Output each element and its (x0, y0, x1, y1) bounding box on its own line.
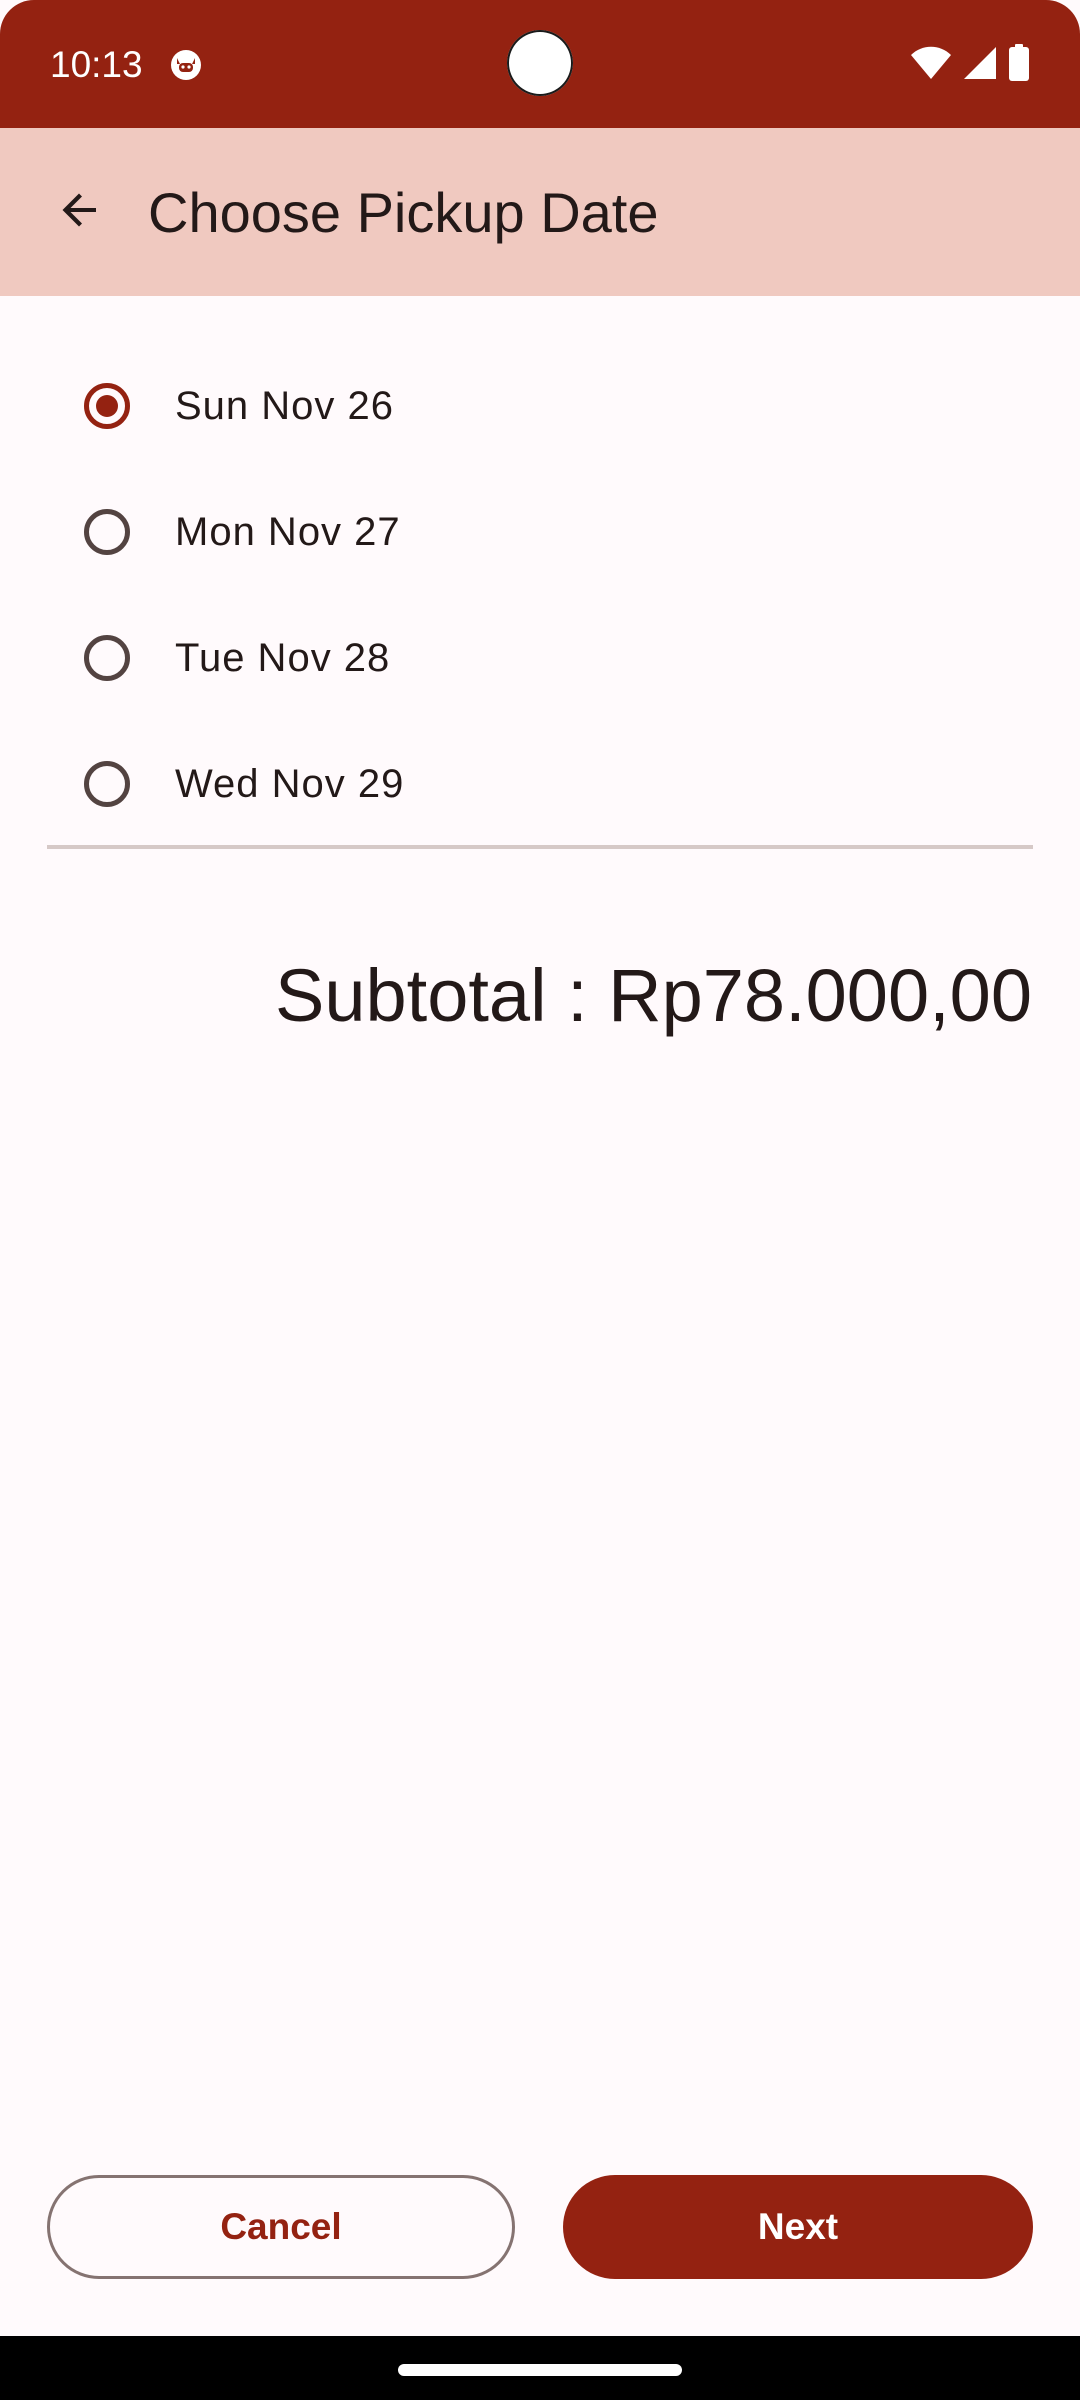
radio-dot (96, 395, 118, 417)
wifi-icon (910, 45, 952, 86)
cancel-button[interactable]: Cancel (47, 2175, 515, 2279)
pickup-date-option-tue-nov-28[interactable]: Tue Nov 28 (48, 595, 1032, 721)
pickup-date-label: Sun Nov 26 (175, 383, 395, 428)
cellular-signal-icon (962, 45, 998, 86)
pickup-date-radio-group: Sun Nov 26 Mon Nov 27 Tue Nov 28 Wed Nov… (48, 343, 1032, 847)
next-button[interactable]: Next (563, 2175, 1033, 2279)
pickup-date-option-mon-nov-27[interactable]: Mon Nov 27 (48, 469, 1032, 595)
app-bar: Choose Pickup Date (0, 128, 1080, 296)
notification-cat-icon (168, 47, 204, 83)
pickup-date-option-wed-nov-29[interactable]: Wed Nov 29 (48, 721, 1032, 847)
back-button[interactable] (36, 168, 124, 256)
status-bar: 10:13 (0, 0, 1080, 128)
navigation-bar (0, 2336, 1080, 2400)
camera-cutout (507, 30, 573, 96)
home-indicator[interactable] (398, 2364, 682, 2376)
screen: 10:13 Choose Pickup Date Sun Nov 26 Mon … (0, 0, 1080, 2400)
pickup-date-label: Wed Nov 29 (175, 761, 405, 806)
arrow-back-icon (56, 186, 104, 239)
radio-button-unchecked[interactable] (84, 509, 130, 555)
pickup-date-option-sun-nov-26[interactable]: Sun Nov 26 (48, 343, 1032, 469)
status-time: 10:13 (50, 44, 143, 85)
status-icons (910, 44, 1030, 87)
pickup-date-label: Mon Nov 27 (175, 509, 401, 554)
radio-button-unchecked[interactable] (84, 635, 130, 681)
radio-button-checked[interactable] (84, 383, 130, 429)
page-title: Choose Pickup Date (148, 181, 659, 244)
divider (47, 845, 1033, 849)
battery-icon (1008, 44, 1030, 87)
pickup-date-label: Tue Nov 28 (175, 635, 391, 680)
radio-button-unchecked[interactable] (84, 761, 130, 807)
subtotal-text: Subtotal : Rp78.000,00 (274, 954, 1032, 1037)
